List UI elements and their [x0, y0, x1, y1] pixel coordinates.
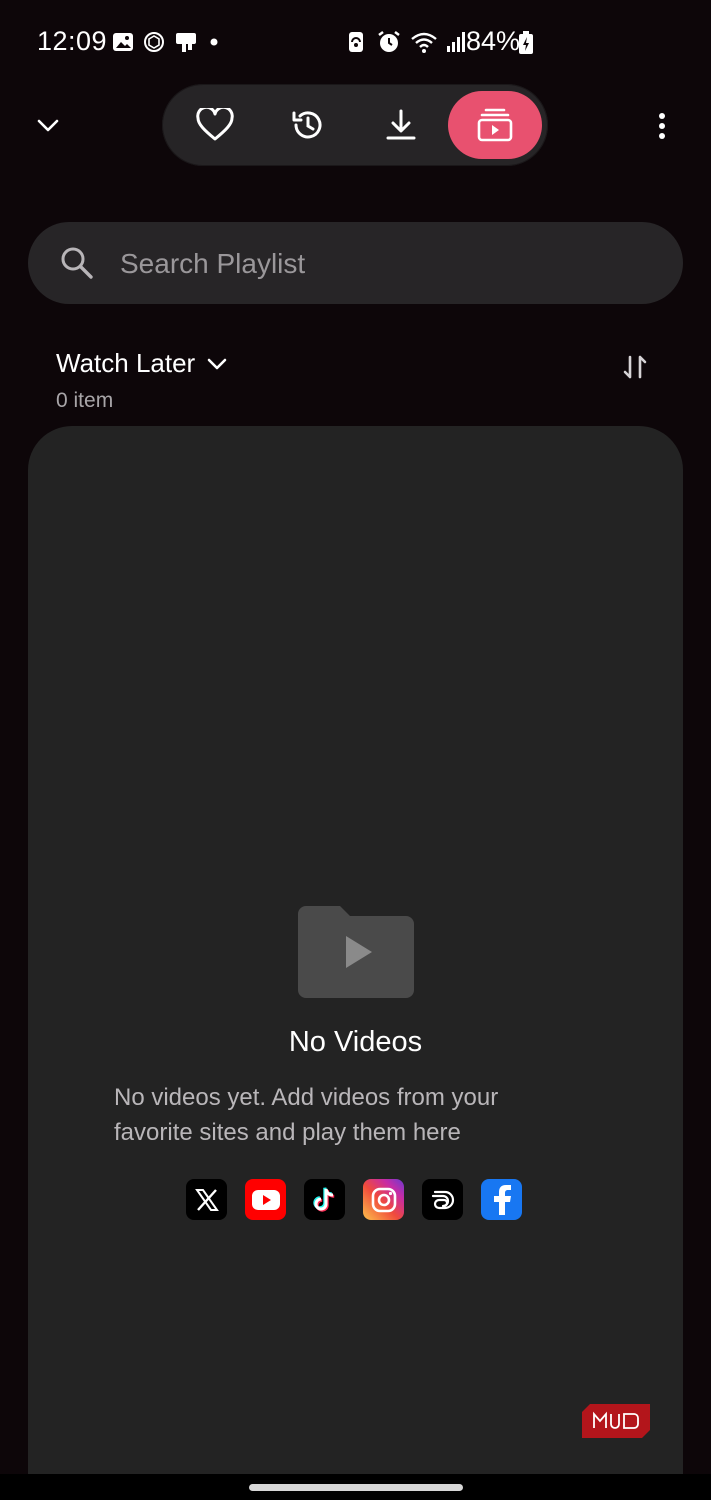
- tab-favorites[interactable]: [184, 94, 246, 156]
- system-icons: [344, 30, 468, 54]
- alarm-icon: [378, 31, 400, 52]
- site-instagram[interactable]: [363, 1179, 404, 1220]
- empty-state-title: No Videos: [288, 1026, 423, 1058]
- site-facebook[interactable]: [481, 1179, 522, 1220]
- home-gesture-handle[interactable]: [249, 1484, 463, 1491]
- tab-playlist[interactable]: [448, 91, 542, 159]
- heart-icon: [196, 108, 234, 141]
- supported-sites: [186, 1179, 522, 1220]
- library-tab-switcher: [162, 84, 548, 166]
- kebab-menu-icon: [659, 113, 665, 139]
- system-navigation-bar: [0, 1474, 711, 1500]
- gallery-icon: [113, 33, 133, 51]
- collapse-button[interactable]: [30, 108, 66, 144]
- playlist-item-count: 0 item: [56, 389, 114, 412]
- playlist-play-icon: [477, 108, 513, 142]
- tab-history[interactable]: [277, 94, 339, 156]
- site-youtube[interactable]: [245, 1179, 286, 1220]
- sort-button[interactable]: [618, 350, 652, 384]
- playlist-title: Watch Later: [56, 348, 196, 378]
- muo-watermark-logo: [582, 1404, 650, 1438]
- playlist-content-panel: No Videos No videos yet. Add videos from…: [28, 426, 683, 1474]
- chevron-down-icon: [37, 119, 59, 132]
- battery-percent: 84%: [466, 26, 521, 56]
- download-icon: [386, 109, 416, 140]
- facebook-logo-icon: [493, 1184, 511, 1215]
- battery-charging-icon: [519, 31, 533, 54]
- top-bar: [0, 84, 711, 168]
- site-swirl[interactable]: [422, 1179, 463, 1220]
- playlist-selector[interactable]: Watch Later: [56, 348, 228, 379]
- battery-saver-icon: [349, 32, 363, 52]
- x-logo-icon: [194, 1188, 219, 1211]
- dot-icon: [210, 38, 218, 46]
- youtube-logo-icon: [251, 1189, 280, 1210]
- status-bar: 12:09 84%: [0, 0, 711, 86]
- search-input[interactable]: [118, 222, 642, 306]
- signal-icon: [447, 32, 465, 52]
- search-bar[interactable]: [28, 222, 683, 306]
- video-folder-icon: [298, 906, 414, 998]
- empty-state-description: No videos yet. Add videos from your favo…: [114, 1084, 499, 1146]
- cast-icon: [176, 33, 196, 52]
- status-time: 12:09: [37, 26, 108, 56]
- sort-icon: [623, 355, 647, 379]
- site-x[interactable]: [186, 1179, 227, 1220]
- site-tiktok[interactable]: [304, 1179, 345, 1220]
- wifi-icon: [411, 32, 437, 53]
- instagram-logo-icon: [371, 1187, 396, 1212]
- history-icon: [292, 111, 322, 139]
- more-options-button[interactable]: [646, 106, 678, 146]
- tiktok-logo-icon: [312, 1186, 334, 1212]
- chevron-down-icon: [207, 358, 226, 369]
- tab-downloads[interactable]: [370, 94, 432, 156]
- search-icon: [61, 247, 93, 279]
- notification-icons: [112, 30, 220, 54]
- swirl-logo-icon: [431, 1190, 454, 1209]
- chatgpt-icon: [144, 32, 164, 52]
